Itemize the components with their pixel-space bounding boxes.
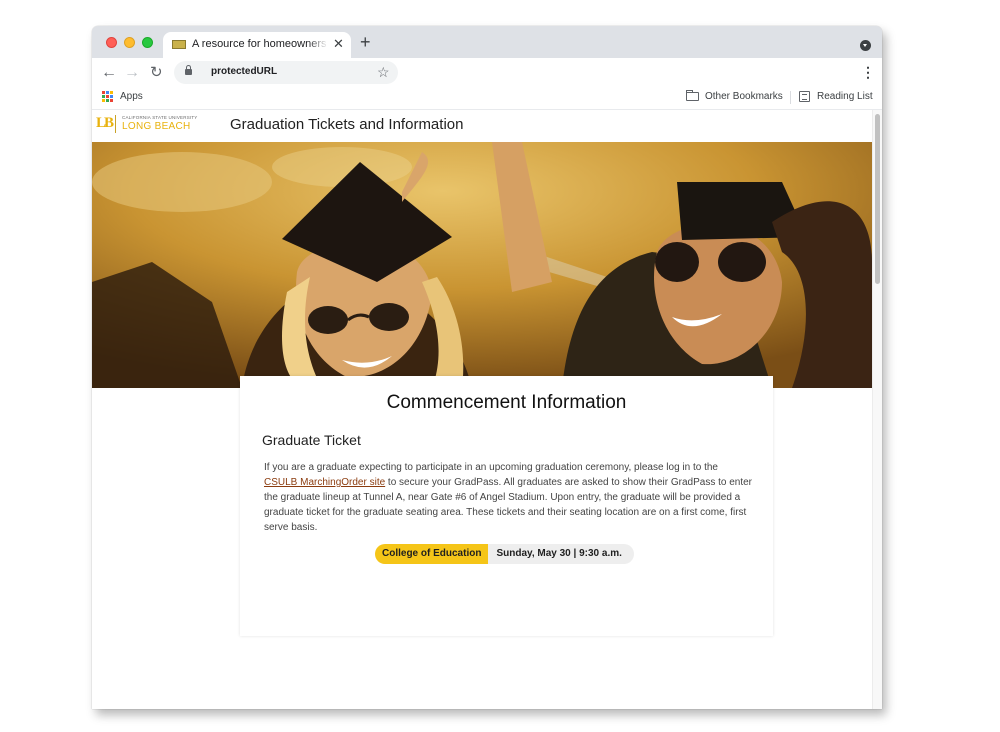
apps-bookmark[interactable]: Apps [120, 91, 143, 102]
toolbar: ← → ↻ protectedURL ☆ ⋮ [92, 58, 882, 88]
logo-campus-text: LONG BEACH [122, 121, 191, 132]
bookmarks-divider [790, 91, 791, 104]
tab-strip: A resource for homeowners that ✕ + [92, 26, 882, 58]
logo-divider [115, 115, 116, 133]
scrollbar-thumb[interactable] [875, 114, 880, 284]
bookmarks-bar: Apps Other Bookmarks Reading List [92, 88, 882, 110]
site-favicon-icon [172, 40, 186, 49]
reading-list-icon[interactable] [799, 91, 810, 102]
window-minimize-button[interactable] [124, 37, 135, 48]
graduate-ticket-text: If you are a graduate expecting to parti… [264, 460, 754, 535]
browser-window: A resource for homeowners that ✕ + ← → ↻… [92, 26, 882, 709]
tab-title: A resource for homeowners that [192, 38, 328, 50]
apps-grid-icon[interactable] [102, 91, 113, 102]
browser-tab[interactable]: A resource for homeowners that ✕ [163, 32, 351, 58]
window-zoom-button[interactable] [142, 37, 153, 48]
forward-arrow-icon[interactable]: → [124, 64, 140, 82]
section-title: Graduate Ticket [262, 432, 361, 448]
folder-icon[interactable] [686, 90, 699, 101]
tab-search-chevron-icon[interactable] [860, 40, 871, 51]
reading-list-button[interactable]: Reading List [817, 91, 873, 102]
commencement-card: Commencement Information Graduate Ticket… [240, 376, 773, 636]
close-icon[interactable]: ✕ [333, 36, 344, 52]
more-vertical-icon[interactable]: ⋮ [861, 63, 875, 81]
page-title: Graduation Tickets and Information [230, 116, 464, 133]
page-scrollbar[interactable] [872, 110, 882, 709]
card-title: Commencement Information [386, 392, 627, 413]
csulb-logo-mark[interactable]: LB [96, 115, 114, 132]
body-text-start: If you are a graduate expecting to parti… [264, 462, 718, 473]
graduates-photo [92, 142, 872, 388]
address-bar[interactable]: protectedURL ☆ [174, 61, 398, 84]
hero-image [92, 142, 872, 388]
other-bookmarks[interactable]: Other Bookmarks [705, 91, 783, 102]
back-arrow-icon[interactable]: ← [101, 64, 117, 82]
web-page: LB CALIFORNIA STATE UNIVERSITY LONG BEAC… [92, 110, 882, 709]
window-close-button[interactable] [106, 37, 117, 48]
new-tab-plus-icon[interactable]: + [360, 32, 371, 52]
marchingorder-link[interactable]: CSULB MarchingOrder site [264, 477, 385, 488]
lock-icon[interactable] [185, 65, 192, 75]
logo-university-text: CALIFORNIA STATE UNIVERSITY [122, 115, 198, 120]
bookmark-star-icon[interactable]: ☆ [377, 64, 390, 80]
reload-icon[interactable]: ↻ [150, 64, 163, 82]
site-header: LB CALIFORNIA STATE UNIVERSITY LONG BEAC… [92, 110, 872, 142]
college-badge: College of Education [375, 544, 489, 564]
ceremony-schedule-badge: College of Education Sunday, May 30 | 9:… [375, 544, 634, 564]
url-text[interactable]: protectedURL [211, 66, 277, 77]
schedule-badge: Sunday, May 30 | 9:30 a.m. [488, 544, 634, 564]
